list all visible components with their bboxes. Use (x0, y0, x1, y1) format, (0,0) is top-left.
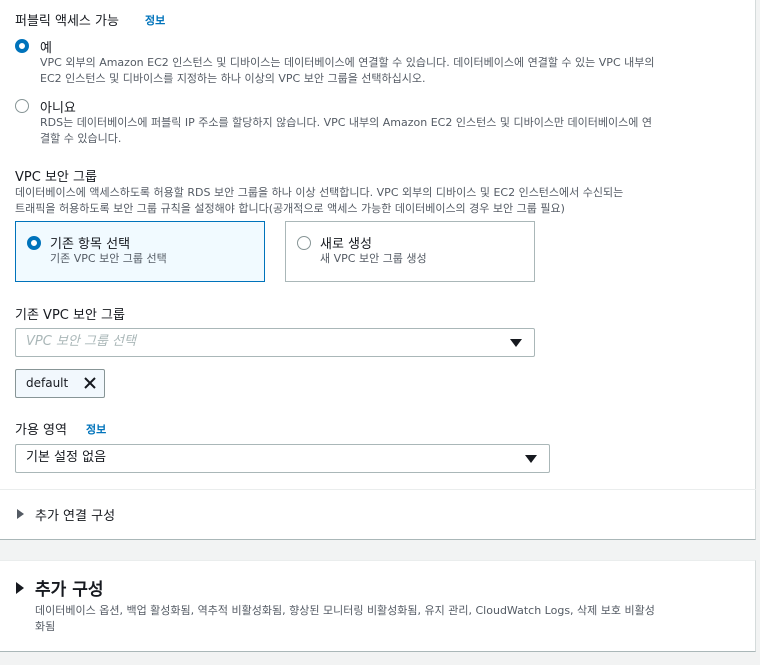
option-no-description: RDS는 데이터베이스에 퍼블릭 IP 주소를 할당하지 않습니다. VPC 내… (40, 115, 750, 147)
option-yes-description: VPC 외부의 Amazon EC2 인스턴스 및 디바이스는 데이터베이스에 … (40, 55, 750, 87)
sg-token-default: default (15, 369, 105, 398)
vpc-sg-desc-line2: 트래픽을 허용하도록 보안 그룹 규칙을 설정해야 합니다(공개적으로 액세스 … (15, 202, 565, 215)
availability-zone-info-link[interactable]: 정보 (86, 421, 106, 437)
tile-existing-subtitle: 기존 VPC 보안 그룹 선택 (50, 252, 167, 265)
option-no-desc-line2: 결할 수 있습니다. (40, 132, 122, 145)
chevron-down-icon (525, 455, 537, 463)
tile-existing-title: 기존 항목 선택 (50, 237, 131, 252)
existing-vpc-sg-select[interactable]: VPC 보안 그룹 선택 (15, 328, 535, 357)
tile-existing-radio[interactable] (27, 236, 41, 250)
additional-config-description: 데이터베이스 옵션, 백업 활성화됨, 역추적 비활성화됨, 향상된 모니터링 … (35, 603, 750, 635)
availability-zone-select[interactable]: 기본 설정 없음 (15, 444, 550, 473)
vpc-sg-description: 데이터베이스에 액세스하도록 허용할 RDS 보안 그룹을 하나 이상 선택합니… (15, 185, 750, 217)
option-yes-label: 예 (40, 41, 52, 56)
caret-right-icon (17, 509, 24, 519)
option-no-label: 아니요 (40, 101, 76, 116)
option-yes-desc-line1: VPC 외부의 Amazon EC2 인스턴스 및 디바이스는 데이터베이스에 … (40, 56, 655, 69)
additional-config-panel: 추가 구성 데이터베이스 옵션, 백업 활성화됨, 역추적 비활성화됨, 향상된… (0, 560, 756, 652)
availability-zone-label: 가용 영역 (15, 423, 67, 438)
radio-no[interactable] (15, 99, 29, 113)
tile-choose-existing[interactable]: 기존 항목 선택 기존 VPC 보안 그룹 선택 (15, 221, 265, 282)
tile-new-radio[interactable] (297, 236, 311, 250)
tile-new-title: 새로 생성 (320, 237, 372, 252)
tile-new-subtitle: 새 VPC 보안 그룹 생성 (320, 252, 427, 265)
additional-connection-label: 추가 연결 구성 (35, 509, 116, 524)
chevron-down-icon (510, 339, 522, 347)
availability-zone-value: 기본 설정 없음 (26, 450, 107, 465)
close-icon[interactable] (82, 375, 98, 391)
public-access-info-link[interactable]: 정보 (145, 12, 165, 28)
additional-config-desc-line2: 화됨 (35, 620, 56, 633)
additional-config-desc-line1: 데이터베이스 옵션, 백업 활성화됨, 역추적 비활성화됨, 향상된 모니터링 … (35, 604, 655, 617)
connectivity-panel: 퍼블릭 액세스 가능 정보 예 VPC 외부의 Amazon EC2 인스턴스 … (0, 0, 756, 540)
existing-vpc-sg-label: 기존 VPC 보안 그룹 (15, 308, 125, 323)
public-access-label: 퍼블릭 액세스 가능 (15, 14, 119, 29)
vpc-sg-desc-line1: 데이터베이스에 액세스하도록 허용할 RDS 보안 그룹을 하나 이상 선택합니… (15, 186, 624, 199)
section-divider (0, 489, 756, 490)
sg-token-label: default (26, 376, 69, 390)
option-no-desc-line1: RDS는 데이터베이스에 퍼블릭 IP 주소를 할당하지 않습니다. VPC 내… (40, 116, 652, 129)
existing-vpc-sg-placeholder: VPC 보안 그룹 선택 (26, 334, 136, 349)
vpc-sg-label: VPC 보안 그룹 (15, 170, 97, 185)
option-yes-desc-line2: EC2 인스턴스 및 디바이스를 지정하는 하나 이상의 VPC 보안 그룹을 … (40, 72, 426, 85)
radio-yes[interactable] (15, 39, 29, 53)
tile-create-new[interactable]: 새로 생성 새 VPC 보안 그룹 생성 (285, 221, 535, 282)
additional-config-title: 추가 구성 (35, 580, 104, 600)
caret-right-icon (16, 582, 24, 594)
